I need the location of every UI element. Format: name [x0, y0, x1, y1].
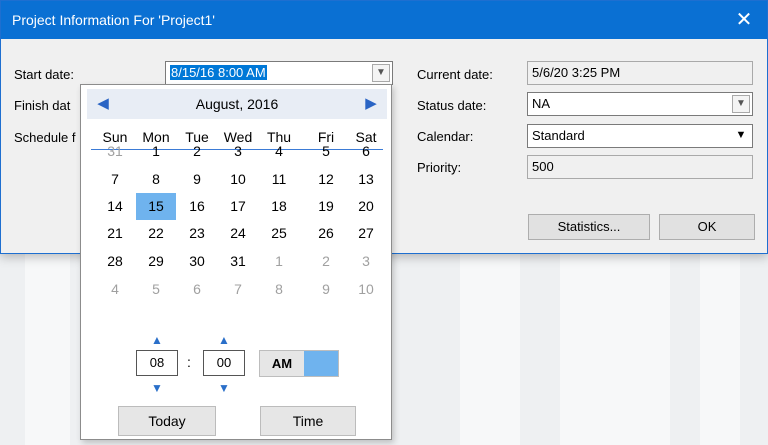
calendar-day[interactable]: 13 [346, 166, 386, 193]
date-picker-popup: ◀ August, 2016 ▶ Sun Mon Tue Wed Thu Fri… [80, 84, 392, 440]
calendar-day[interactable]: 28 [95, 248, 135, 275]
chevron-down-icon[interactable]: ▼ [372, 64, 390, 82]
calendar-day[interactable]: 9 [177, 166, 217, 193]
status-date-value: NA [532, 96, 551, 111]
am-option[interactable]: AM [260, 351, 304, 376]
calendar-day[interactable]: 21 [95, 220, 135, 247]
time-colon: : [187, 354, 191, 370]
minute-field[interactable]: 00 [203, 350, 245, 376]
start-date-field[interactable]: 8/15/16 8:00 AM ▼ [165, 61, 393, 85]
statistics-button[interactable]: Statistics... [528, 214, 650, 240]
calendar-day[interactable]: 4 [95, 276, 135, 303]
start-date-label: Start date: [14, 67, 74, 82]
background-stripe [700, 250, 740, 445]
calendar-day[interactable]: 19 [306, 193, 346, 220]
today-button[interactable]: Today [118, 406, 216, 436]
calendar-day[interactable]: 27 [346, 220, 386, 247]
calendar-day[interactable]: 9 [306, 276, 346, 303]
calendar-day[interactable]: 14 [95, 193, 135, 220]
calendar-day[interactable]: 29 [136, 248, 176, 275]
calendar-day[interactable]: 11 [259, 166, 299, 193]
priority-label: Priority: [417, 160, 462, 175]
calendar-day[interactable]: 10 [346, 276, 386, 303]
pm-option[interactable] [304, 351, 338, 376]
hour-up-arrow-icon[interactable]: ▲ [150, 334, 164, 346]
calendar-day[interactable]: 3 [346, 248, 386, 275]
calendar-day[interactable]: 30 [177, 248, 217, 275]
dialog-title: Project Information For 'Project1' [12, 12, 215, 28]
current-date-field: 5/6/20 3:25 PM [527, 61, 753, 85]
calendar-day[interactable]: 8 [259, 276, 299, 303]
calendar-day[interactable]: 2 [306, 248, 346, 275]
time-button[interactable]: Time [260, 406, 356, 436]
calendar-day[interactable]: 22 [136, 220, 176, 247]
calendar-day[interactable]: 6 [177, 276, 217, 303]
priority-field[interactable]: 500 [527, 155, 753, 179]
calendar-day[interactable]: 20 [346, 193, 386, 220]
calendar-day[interactable]: 15 [136, 193, 176, 220]
calendar-day[interactable]: 26 [306, 220, 346, 247]
calendar-day[interactable]: 7 [95, 166, 135, 193]
hour-down-arrow-icon[interactable]: ▼ [150, 382, 164, 394]
calendar-day[interactable]: 17 [218, 193, 258, 220]
month-label: August, 2016 [195, 96, 279, 112]
calendar-select[interactable]: Standard ▼ [527, 124, 753, 148]
status-date-label: Status date: [417, 98, 487, 113]
calendar-header: ◀ August, 2016 ▶ [87, 89, 387, 119]
minute-down-arrow-icon[interactable]: ▼ [217, 382, 231, 394]
finish-date-label: Finish dat [14, 98, 71, 113]
calendar-day[interactable]: 8 [136, 166, 176, 193]
calendar-day[interactable]: 31 [95, 138, 135, 165]
background-stripe [460, 250, 520, 445]
am-pm-toggle[interactable]: AM [259, 350, 339, 377]
calendar-day[interactable]: 6 [346, 138, 386, 165]
calendar-day[interactable]: 4 [259, 138, 299, 165]
calendar-day[interactable]: 23 [177, 220, 217, 247]
calendar-day[interactable]: 2 [177, 138, 217, 165]
minute-up-arrow-icon[interactable]: ▲ [217, 334, 231, 346]
background-stripe [560, 250, 670, 445]
start-date-value: 8/15/16 8:00 AM [170, 65, 267, 80]
calendar-day[interactable]: 24 [218, 220, 258, 247]
schedule-from-label: Schedule f [14, 130, 76, 145]
background-stripe [25, 250, 70, 445]
calendar-day[interactable]: 5 [136, 276, 176, 303]
calendar-day[interactable]: 5 [306, 138, 346, 165]
title-bar: Project Information For 'Project1' ✕ [1, 1, 767, 39]
chevron-down-icon[interactable]: ▼ [732, 127, 750, 145]
chevron-down-icon[interactable]: ▼ [732, 95, 750, 113]
next-month-arrow-icon[interactable]: ▶ [361, 94, 381, 114]
ok-button[interactable]: OK [659, 214, 755, 240]
calendar-day[interactable]: 1 [136, 138, 176, 165]
calendar-day[interactable]: 12 [306, 166, 346, 193]
calendar-value: Standard [532, 128, 585, 143]
calendar-label: Calendar: [417, 129, 474, 144]
calendar-day[interactable]: 31 [218, 248, 258, 275]
hour-field[interactable]: 08 [136, 350, 178, 376]
calendar-day[interactable]: 16 [177, 193, 217, 220]
status-date-field[interactable]: NA ▼ [527, 92, 753, 116]
current-date-label: Current date: [417, 67, 493, 82]
calendar-day[interactable]: 25 [259, 220, 299, 247]
calendar-day[interactable]: 1 [259, 248, 299, 275]
calendar-day[interactable]: 3 [218, 138, 258, 165]
close-icon[interactable]: ✕ [729, 5, 759, 35]
calendar-day[interactable]: 10 [218, 166, 258, 193]
calendar-day[interactable]: 18 [259, 193, 299, 220]
calendar-day[interactable]: 7 [218, 276, 258, 303]
